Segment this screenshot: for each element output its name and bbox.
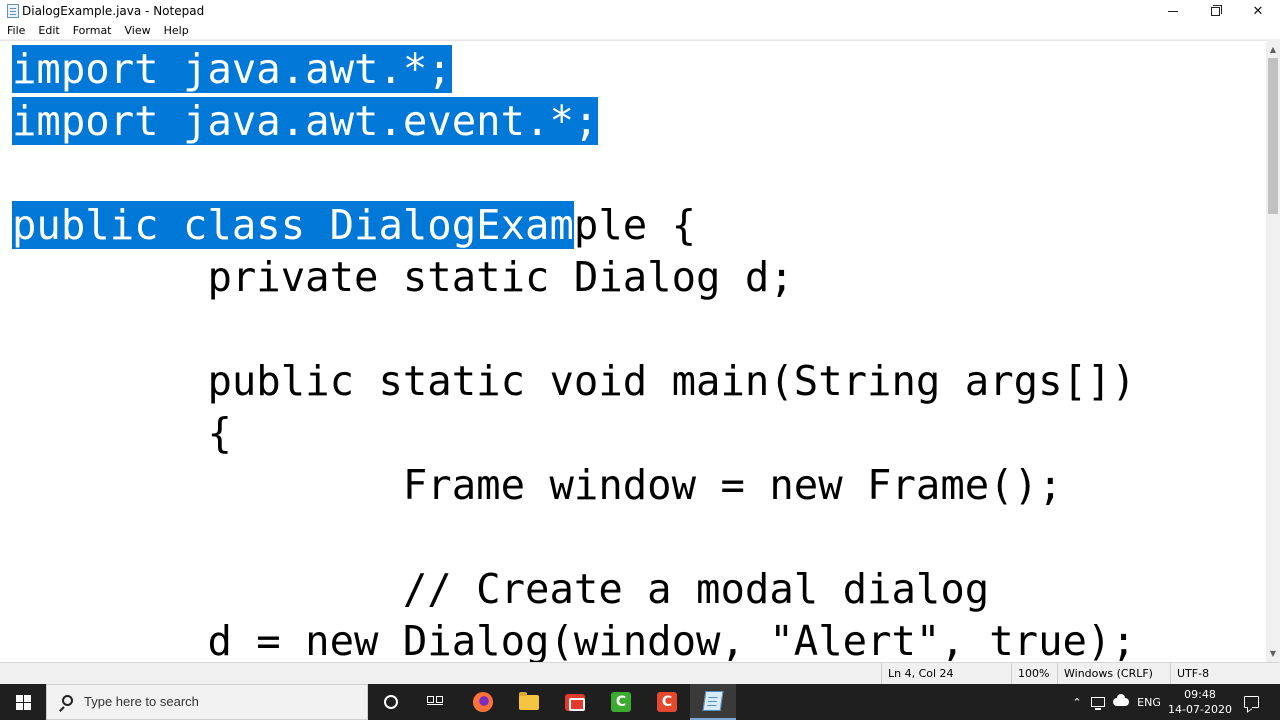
scrollbar-thumb[interactable] bbox=[1268, 58, 1278, 214]
network-button[interactable] bbox=[1088, 684, 1108, 720]
taskbar: Type here to search C C ⌃ ENG 09:48 14-0… bbox=[0, 684, 1280, 720]
camtasia-button[interactable]: C bbox=[598, 684, 644, 720]
line-text: { bbox=[12, 409, 232, 457]
network-icon bbox=[1091, 697, 1105, 710]
scroll-down-icon[interactable]: ▼ bbox=[1266, 646, 1280, 660]
menu-format[interactable]: Format bbox=[66, 22, 118, 39]
screencast-icon bbox=[565, 693, 585, 711]
language-indicator[interactable]: ENG bbox=[1134, 684, 1164, 720]
line-text: private static Dialog d; bbox=[12, 253, 794, 301]
show-hidden-icons-button[interactable]: ⌃ bbox=[1066, 684, 1088, 720]
code-line: import java.awt.event.*; bbox=[12, 95, 599, 147]
menu-help[interactable]: Help bbox=[157, 22, 195, 39]
window-title: DialogExample.java - Notepad bbox=[22, 4, 205, 18]
code-line: { bbox=[12, 407, 232, 459]
file-explorer-button[interactable] bbox=[506, 684, 552, 720]
onedrive-button[interactable] bbox=[1110, 684, 1132, 720]
notepad-icon bbox=[702, 691, 724, 711]
text-editor[interactable]: import java.awt.*; import java.awt.event… bbox=[0, 40, 1266, 662]
maximize-button[interactable] bbox=[1192, 0, 1238, 22]
task-view-button[interactable] bbox=[412, 684, 458, 720]
notepad-icon bbox=[7, 4, 19, 18]
line-text: Frame window = new Frame(); bbox=[12, 461, 1063, 509]
clock[interactable]: 09:48 14-07-2020 bbox=[1166, 684, 1234, 720]
title-bar: DialogExample.java - Notepad ✕ bbox=[0, 0, 1280, 22]
code-line: public class DialogExample { bbox=[12, 199, 696, 251]
status-bar: Ln 4, Col 24 100% Windows (CRLF) UTF-8 bbox=[0, 662, 1280, 685]
scroll-up-icon[interactable]: ▲ bbox=[1266, 42, 1280, 56]
code-line: import java.awt.*; bbox=[12, 43, 452, 95]
start-button[interactable] bbox=[0, 684, 46, 720]
camtasia-recorder-icon: C bbox=[657, 692, 677, 712]
search-placeholder: Type here to search bbox=[84, 694, 199, 709]
line-endings: Windows (CRLF) bbox=[1057, 663, 1170, 685]
close-icon: ✕ bbox=[1252, 3, 1264, 19]
task-view-icon bbox=[427, 696, 443, 708]
camtasia-icon: C bbox=[611, 692, 631, 712]
menu-edit[interactable]: Edit bbox=[31, 22, 65, 39]
firefox-icon bbox=[473, 692, 493, 712]
vertical-scrollbar[interactable]: ▲ ▼ bbox=[1266, 40, 1280, 662]
zoom-level: 100% bbox=[1011, 663, 1057, 685]
line-text: public static void main(String args[]) bbox=[12, 357, 1136, 405]
cortana-icon bbox=[384, 695, 398, 709]
minimize-icon bbox=[1168, 10, 1178, 12]
screencast-button[interactable] bbox=[552, 684, 598, 720]
selected-text: import java.awt.*; bbox=[12, 45, 452, 93]
code-line: public static void main(String args[]) bbox=[12, 355, 1136, 407]
clock-time: 09:48 bbox=[1184, 688, 1216, 701]
notification-icon bbox=[1243, 696, 1259, 708]
code-line: Frame window = new Frame(); bbox=[12, 459, 1063, 511]
selected-text: public class DialogExam bbox=[12, 201, 574, 249]
search-icon bbox=[58, 695, 74, 712]
cortana-button[interactable] bbox=[368, 684, 414, 720]
cursor-position: Ln 4, Col 24 bbox=[881, 663, 1011, 685]
code-line: // Create a modal dialog bbox=[12, 563, 989, 615]
clock-date: 14-07-2020 bbox=[1168, 703, 1232, 716]
firefox-button[interactable] bbox=[460, 684, 506, 720]
encoding: UTF-8 bbox=[1170, 663, 1266, 685]
close-button[interactable]: ✕ bbox=[1235, 0, 1280, 22]
windows-logo-icon bbox=[15, 694, 31, 710]
notepad-taskbar-button[interactable] bbox=[690, 684, 736, 720]
taskbar-search[interactable]: Type here to search bbox=[46, 684, 368, 720]
line-text: d = new Dialog(window, "Alert", true); bbox=[12, 617, 1136, 662]
menu-view[interactable]: View bbox=[118, 22, 157, 39]
file-explorer-icon bbox=[519, 691, 539, 710]
chevron-up-icon: ⌃ bbox=[1072, 695, 1082, 709]
menu-bar: File Edit Format View Help bbox=[0, 22, 1280, 40]
action-center-button[interactable] bbox=[1236, 684, 1266, 720]
restore-icon bbox=[1210, 4, 1222, 16]
menu-file[interactable]: File bbox=[0, 22, 31, 39]
cloud-icon bbox=[1113, 694, 1129, 706]
code-line: private static Dialog d; bbox=[12, 251, 794, 303]
line-text: // Create a modal dialog bbox=[12, 565, 990, 613]
minimize-button[interactable] bbox=[1150, 0, 1196, 22]
code-line: d = new Dialog(window, "Alert", true); bbox=[12, 615, 1136, 662]
camtasia-recorder-button[interactable]: C bbox=[644, 684, 690, 720]
line-text: ple { bbox=[573, 201, 697, 249]
selected-text: import java.awt.event.*; bbox=[12, 97, 599, 145]
